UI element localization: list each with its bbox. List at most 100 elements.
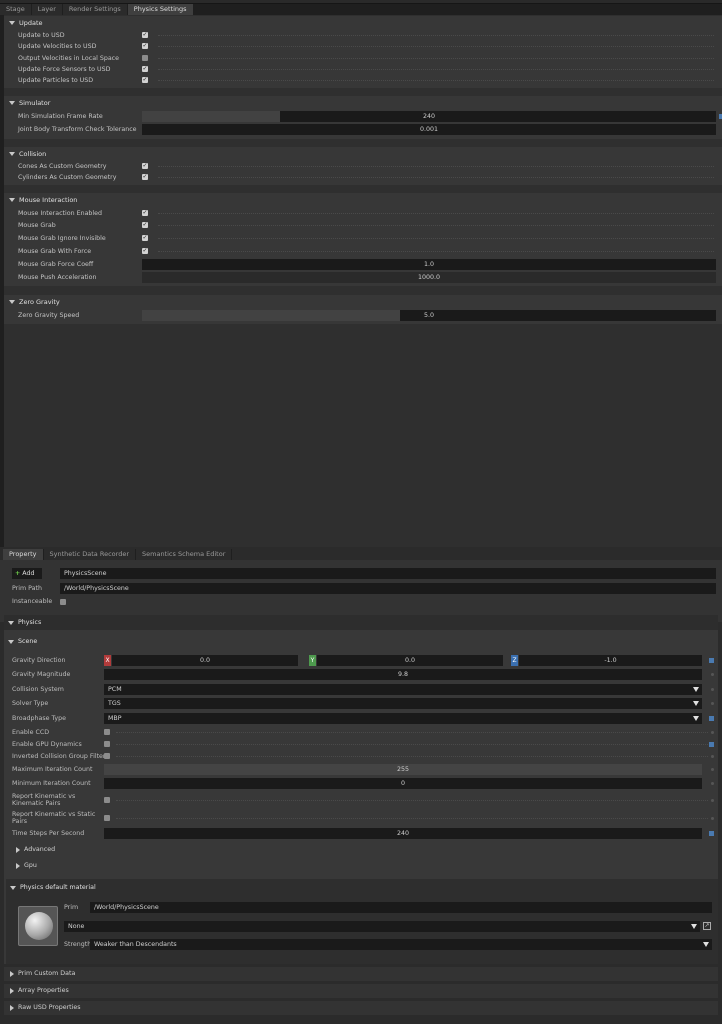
add-button[interactable]: + Add: [12, 568, 42, 579]
update-section: Update Update to USD ✓ Update Velocities …: [4, 16, 722, 88]
simulator-header[interactable]: Simulator: [9, 98, 50, 108]
collapse-triangle-icon: [9, 101, 15, 105]
gravity-z-field[interactable]: -1.0: [519, 655, 702, 666]
collapse-triangle-icon: [8, 639, 14, 644]
scene-header[interactable]: Scene: [8, 636, 37, 647]
zero-gravity-header[interactable]: Zero Gravity: [9, 297, 60, 307]
prim-name-input[interactable]: PhysicsScene: [60, 568, 716, 579]
collision-header[interactable]: Collision: [9, 149, 46, 159]
strength-dropdown[interactable]: Weaker than Descendants: [90, 939, 712, 950]
max-iteration-row: Maximum Iteration Count 255: [12, 764, 716, 775]
cones-checkbox[interactable]: ✓: [142, 163, 148, 169]
report-kinematic-kinematic-checkbox[interactable]: [104, 797, 110, 803]
array-properties-header[interactable]: Array Properties: [4, 984, 718, 998]
tab-layer[interactable]: Layer: [31, 4, 62, 15]
mouse-push-acceleration-field[interactable]: 1000.0: [142, 272, 716, 283]
override-indicator-icon[interactable]: [709, 716, 714, 721]
report-kinematic-static-checkbox[interactable]: [104, 815, 110, 821]
cylinders-checkbox[interactable]: ✓: [142, 174, 148, 180]
plus-icon: +: [15, 570, 21, 577]
prim-custom-data-header[interactable]: Prim Custom Data: [4, 967, 718, 981]
tab-stage[interactable]: Stage: [0, 4, 31, 15]
gpu-header[interactable]: Gpu: [16, 861, 37, 871]
collision-system-row: Collision System PCM: [12, 684, 716, 695]
update-particles-checkbox[interactable]: ✓: [142, 77, 148, 83]
default-material-header[interactable]: Physics default material: [10, 883, 96, 893]
chevron-down-icon: [693, 701, 699, 706]
chevron-down-icon: [693, 687, 699, 692]
chevron-down-icon: [693, 716, 699, 721]
expand-triangle-icon: [16, 847, 20, 853]
expand-triangle-icon: [10, 1005, 14, 1011]
gravity-magnitude-field[interactable]: 9.8: [104, 669, 702, 680]
expand-triangle-icon: [10, 971, 14, 977]
zero-gravity-speed-row: Zero Gravity Speed 5.0: [18, 310, 722, 321]
material-prim-input[interactable]: /World/PhysicsScene: [90, 902, 712, 913]
chevron-down-icon: [691, 924, 697, 929]
open-external-icon[interactable]: ↗: [703, 922, 711, 930]
broadphase-type-dropdown[interactable]: MBP: [104, 713, 702, 724]
tab-render-settings[interactable]: Render Settings: [62, 4, 127, 15]
collision-section: Collision Cones As Custom Geometry ✓ Cyli…: [4, 147, 722, 185]
material-preview-thumbnail[interactable]: [18, 906, 58, 946]
update-to-usd-checkbox[interactable]: ✓: [142, 32, 148, 38]
override-indicator-icon[interactable]: [709, 742, 714, 747]
update-header[interactable]: Update: [9, 18, 43, 28]
tab-property[interactable]: Property: [3, 549, 43, 560]
tolerance-field[interactable]: 0.001: [142, 124, 716, 135]
collapse-triangle-icon: [10, 886, 16, 890]
mouse-grab-ignore-invisible-row: Mouse Grab Ignore Invisible ✓: [18, 233, 722, 244]
x-axis-label: X: [104, 655, 111, 666]
mouse-grab-ignore-invisible-checkbox[interactable]: ✓: [142, 235, 148, 241]
chevron-down-icon: [703, 942, 709, 947]
y-axis-label: Y: [309, 655, 316, 666]
collapse-triangle-icon: [9, 300, 15, 304]
raw-usd-properties-header[interactable]: Raw USD Properties: [4, 1001, 718, 1015]
tab-physics-settings[interactable]: Physics Settings: [127, 4, 193, 15]
instanceable-checkbox[interactable]: [60, 599, 66, 605]
min-frame-rate-slider[interactable]: 240: [142, 111, 716, 122]
solver-type-dropdown[interactable]: TGS: [104, 698, 702, 709]
mouse-interaction-enabled-row: Mouse Interaction Enabled ✓: [18, 208, 722, 219]
collapse-triangle-icon: [8, 620, 14, 625]
min-iteration-row: Minimum Iteration Count 0: [12, 778, 716, 789]
min-iteration-field[interactable]: 0: [104, 778, 702, 789]
mouse-grab-with-force-row: Mouse Grab With Force ✓: [18, 246, 722, 257]
tab-synthetic-data-recorder[interactable]: Synthetic Data Recorder: [43, 549, 135, 560]
inverted-collision-filter-checkbox[interactable]: [104, 753, 110, 759]
zero-gravity-section: Zero Gravity Zero Gravity Speed 5.0: [4, 295, 722, 324]
update-particles-row: Update Particles to USD ✓: [18, 75, 722, 86]
time-steps-field[interactable]: 240: [104, 828, 702, 839]
tab-semantics-schema-editor[interactable]: Semantics Schema Editor: [136, 549, 232, 560]
gravity-y-field[interactable]: 0.0: [317, 655, 503, 666]
physics-header[interactable]: Physics: [4, 615, 718, 630]
mouse-grab-checkbox[interactable]: ✓: [142, 222, 148, 228]
mouse-grab-force-coeff-field[interactable]: 1.0: [142, 259, 716, 270]
collision-system-dropdown[interactable]: PCM: [104, 684, 702, 695]
min-frame-rate-row: Min Simulation Frame Rate 240: [18, 111, 722, 122]
enable-gpu-dynamics-checkbox[interactable]: [104, 741, 110, 747]
mouse-interaction-header[interactable]: Mouse Interaction: [9, 195, 77, 205]
max-iteration-field[interactable]: 255: [104, 764, 702, 775]
enable-ccd-row: Enable CCD: [12, 727, 716, 738]
material-dropdown[interactable]: None: [64, 921, 700, 932]
zero-gravity-speed-fill: [142, 310, 401, 321]
mouse-interaction-enabled-checkbox[interactable]: ✓: [142, 210, 148, 216]
prim-path-input[interactable]: /World/PhysicsScene: [60, 583, 716, 594]
gravity-x-field[interactable]: 0.0: [112, 655, 298, 666]
property-tab-bar: Property Synthetic Data Recorder Semanti…: [3, 549, 233, 560]
zero-gravity-speed-slider[interactable]: 5.0: [142, 310, 716, 321]
expand-triangle-icon: [10, 988, 14, 994]
collapse-triangle-icon: [9, 21, 15, 25]
update-force-sensors-row: Update Force Sensors to USD ✓: [18, 64, 722, 75]
update-velocities-checkbox[interactable]: ✓: [142, 43, 148, 49]
enable-ccd-checkbox[interactable]: [104, 729, 110, 735]
output-velocities-checkbox[interactable]: [142, 55, 148, 61]
enable-gpu-dynamics-row: Enable GPU Dynamics: [12, 739, 716, 750]
advanced-header[interactable]: Advanced: [16, 845, 55, 855]
mouse-grab-with-force-checkbox[interactable]: ✓: [142, 248, 148, 254]
override-indicator-icon[interactable]: [709, 658, 714, 663]
override-indicator-icon[interactable]: [709, 831, 714, 836]
simulator-section: Simulator Min Simulation Frame Rate 240 …: [4, 96, 722, 139]
update-force-sensors-checkbox[interactable]: ✓: [142, 66, 148, 72]
